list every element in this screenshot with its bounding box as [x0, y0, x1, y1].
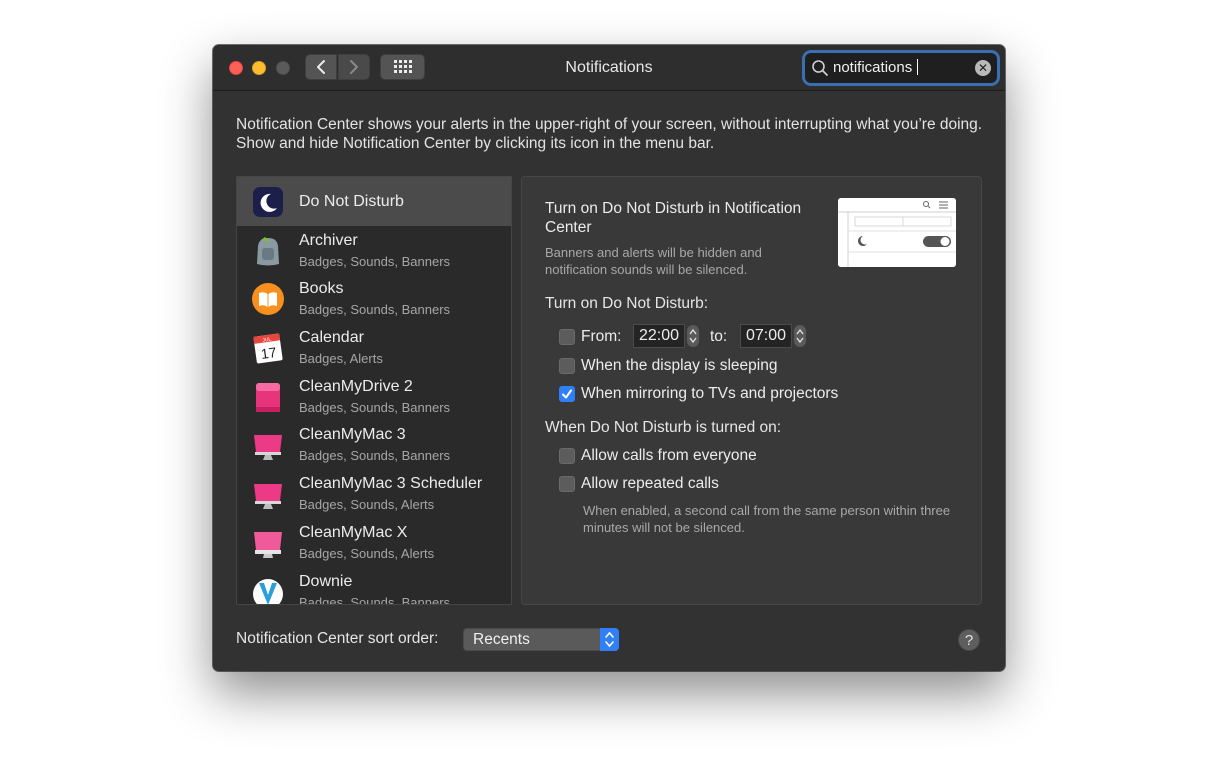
intro-text: Notification Center shows your alerts in… [236, 116, 983, 152]
svg-text:17: 17 [260, 344, 278, 362]
app-alert-style: Badges, Sounds, Banners [299, 594, 451, 605]
clear-search-icon[interactable]: ✕ [975, 60, 991, 76]
search-field[interactable]: notifications ✕ [805, 53, 997, 83]
select-arrows-icon [600, 628, 619, 651]
downie-icon [253, 578, 283, 604]
app-name: Calendar [299, 329, 364, 347]
app-name: CleanMyDrive 2 [299, 377, 413, 395]
app-alert-style: Badges, Sounds, Banners [299, 253, 451, 269]
panel-heading: Turn on Do Not Disturb in Notification C… [545, 200, 802, 236]
cleanmymac-icon [254, 435, 282, 461]
list-item[interactable]: JUL 17 Calendar Badges, Alerts [237, 323, 511, 372]
from-checkbox[interactable] [559, 329, 575, 345]
app-alert-style: Badges, Sounds, Alerts [299, 545, 435, 561]
panel-heading-description: Banners and alerts will be hidden and no… [545, 245, 762, 277]
schedule-label: Turn on Do Not Disturb: [545, 295, 709, 312]
app-alert-style: Badges, Sounds, Banners [299, 302, 451, 318]
app-name: CleanMyMac 3 Scheduler [299, 475, 483, 493]
preferences-window: Notifications notifications ✕ Notificati… [213, 45, 1005, 671]
app-alert-style: Badges, Sounds, Banners [299, 399, 451, 415]
cleanmymac-scheduler-icon [254, 484, 282, 510]
allow-calls-everyone-checkbox[interactable] [559, 448, 575, 464]
stepper-arrows-icon [689, 328, 697, 344]
books-icon [252, 283, 284, 316]
app-name: Archiver [299, 231, 358, 249]
notification-center-preview-image [838, 198, 956, 267]
checkmark-icon [562, 389, 572, 399]
calendar-icon: JUL 17 [253, 333, 283, 364]
turned-on-label: When Do Not Disturb is turned on: [545, 419, 782, 436]
mirroring-label: When mirroring to TVs and projectors [581, 385, 839, 402]
allow-calls-everyone-label: Allow calls from everyone [581, 447, 757, 464]
list-item[interactable]: CleanMyMac 3 Badges, Sounds, Banners [237, 420, 511, 469]
app-list[interactable]: Do Not Disturb Archiver Badges, Sounds, … [236, 176, 512, 605]
stepper-arrows-icon [796, 328, 804, 344]
search-icon [812, 60, 828, 76]
app-name: Do Not Disturb [299, 193, 404, 210]
app-alert-style: Badges, Alerts [299, 351, 383, 367]
app-alert-style: Badges, Sounds, Alerts [299, 497, 435, 513]
to-label: to: [710, 328, 728, 345]
cleanmydrive-icon [256, 382, 280, 412]
allow-repeated-calls-checkbox[interactable] [559, 476, 575, 492]
from-time-stepper[interactable] [687, 325, 699, 347]
from-label: From: [581, 328, 622, 345]
list-item[interactable]: Do Not Disturb [237, 177, 511, 226]
app-alert-style: Badges, Sounds, Banners [299, 448, 451, 464]
help-button[interactable]: ? [958, 629, 980, 651]
sort-order-value: Recents [473, 631, 530, 648]
sort-order-label: Notification Center sort order: [236, 630, 439, 647]
titlebar: Notifications notifications ✕ [213, 45, 1005, 91]
sort-order-select[interactable]: Recents [463, 628, 619, 651]
mirroring-checkbox[interactable] [559, 386, 575, 402]
svg-text:JUL: JUL [262, 337, 272, 344]
list-item[interactable]: Archiver Badges, Sounds, Banners [237, 226, 511, 275]
to-time-field[interactable]: 07:00 [740, 324, 792, 348]
search-input[interactable]: notifications [833, 59, 919, 76]
cleanmymac-x-icon [254, 531, 282, 558]
list-item[interactable]: CleanMyMac X Badges, Sounds, Alerts [237, 518, 511, 567]
list-item[interactable]: CleanMyMac 3 Scheduler Badges, Sounds, A… [237, 469, 511, 518]
app-name: Downie [299, 572, 353, 590]
repeated-calls-note: When enabled, a second call from the sam… [583, 503, 951, 535]
display-sleeping-checkbox[interactable] [559, 358, 575, 374]
moon-icon [253, 187, 283, 217]
list-item[interactable]: Downie Badges, Sounds, Banners [237, 567, 511, 605]
from-time-field[interactable]: 22:00 [633, 324, 685, 348]
app-name: CleanMyMac 3 [299, 426, 406, 444]
allow-repeated-calls-label: Allow repeated calls [581, 475, 719, 492]
display-sleeping-label: When the display is sleeping [581, 357, 778, 374]
do-not-disturb-panel: Turn on Do Not Disturb in Notification C… [521, 176, 982, 605]
app-name: CleanMyMac X [299, 523, 408, 541]
app-name: Books [299, 280, 344, 298]
list-item[interactable]: CleanMyDrive 2 Badges, Sounds, Banners [237, 372, 511, 421]
list-item[interactable]: Books Badges, Sounds, Banners [237, 274, 511, 323]
archiver-icon [257, 236, 279, 266]
to-time-stepper[interactable] [794, 325, 806, 347]
